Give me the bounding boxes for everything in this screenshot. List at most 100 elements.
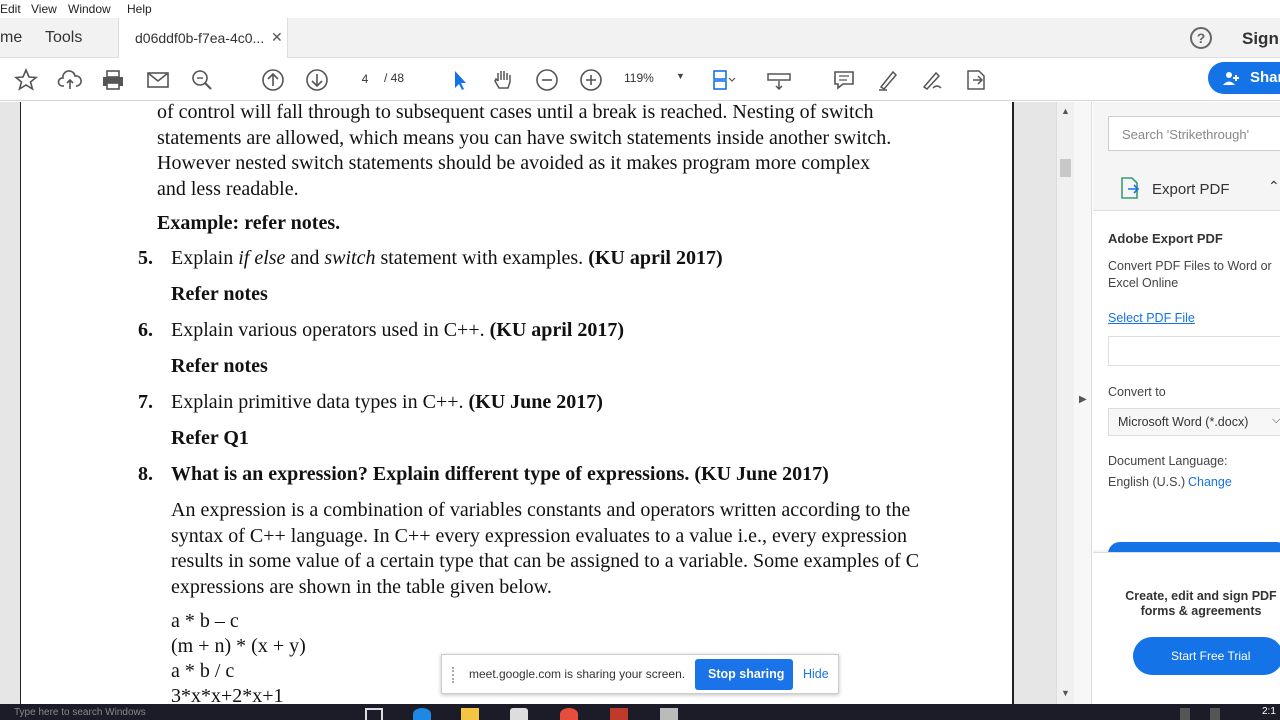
upload-cloud-icon[interactable] <box>57 67 83 93</box>
clock[interactable]: 2:1 <box>1262 706 1276 717</box>
start-free-trial-button[interactable]: Start Free Trial <box>1133 637 1280 675</box>
sign-pen-icon[interactable] <box>919 67 945 93</box>
selected-file-field[interactable] <box>1108 336 1280 366</box>
right-tools-panel: Search 'Strikethrough' Export PDF ⌃ Adob… <box>1093 102 1280 704</box>
menu-help[interactable]: Help <box>127 2 152 16</box>
question-number: 6. <box>138 319 153 341</box>
trial-promo: Create, edit and sign PDF forms & agreem… <box>1093 552 1280 704</box>
toolbar: 4 / 48 119% ▼ Shar <box>0 58 1280 101</box>
export-title: Adobe Export PDF <box>1108 231 1223 246</box>
page-total: / 48 <box>384 71 405 85</box>
expression-example: 3*x*x+2*x+1 <box>171 685 284 704</box>
trial-label: Start Free Trial <box>1171 649 1251 663</box>
taskbar-search[interactable]: Type here to search Windows <box>14 707 146 718</box>
comment-icon[interactable] <box>831 67 857 93</box>
page-number-input[interactable]: 4 <box>350 68 380 90</box>
question-number: 7. <box>138 391 153 413</box>
answer-5: Refer notes <box>171 283 268 305</box>
document-scrollbar[interactable]: ▲ ▼ <box>1056 102 1074 704</box>
document-language-label: Document Language: <box>1108 454 1228 468</box>
tab-tools[interactable]: Tools <box>45 29 82 47</box>
export-pdf-header[interactable]: Export PDF ⌃ <box>1093 164 1280 210</box>
convert-format-value: Microsoft Word (*.docx) <box>1118 415 1249 429</box>
highlight-pen-icon[interactable] <box>875 67 901 93</box>
question-8: What is an expression? Explain different… <box>171 463 829 485</box>
document-language-value: English (U.S.) <box>1108 475 1186 489</box>
previous-page-icon[interactable] <box>260 67 286 93</box>
sign-in-button[interactable]: Sign <box>1242 29 1279 49</box>
tray-icon[interactable] <box>1180 708 1190 720</box>
acrobat-icon[interactable] <box>610 708 628 720</box>
sharing-message: meet.google.com is sharing your screen. <box>469 667 686 681</box>
taskbar: Type here to search Windows 2:1 <box>0 704 1280 720</box>
zoom-search-icon[interactable] <box>189 67 215 93</box>
scroll-thumb[interactable] <box>1060 159 1071 177</box>
scroll-mode-icon[interactable] <box>766 67 792 93</box>
convert-to-label: Convert to <box>1108 385 1166 399</box>
question-7: Explain primitive data types in C++. (KU… <box>171 391 603 413</box>
close-tab-icon[interactable]: ✕ <box>271 29 283 46</box>
convert-format-select[interactable]: Microsoft Word (*.docx) ⌵ <box>1108 408 1280 436</box>
question-5: Explain if else and switch statement wit… <box>171 247 723 269</box>
tab-bar: me Tools d06ddf0b-f7ea-4c0... ✕ ? Sign <box>0 18 1280 58</box>
zoom-caret-icon[interactable]: ▼ <box>676 71 685 81</box>
zoom-in-icon[interactable] <box>578 67 604 93</box>
tray-icon[interactable] <box>1210 708 1220 720</box>
chevron-up-icon[interactable]: ⌃ <box>1268 178 1280 195</box>
expression-example: a * b / c <box>171 660 235 682</box>
help-icon[interactable]: ? <box>1190 27 1212 49</box>
tab-home[interactable]: me <box>0 29 22 47</box>
tab-document-label: d06ddf0b-f7ea-4c0... <box>135 30 265 46</box>
page-display-icon[interactable] <box>710 67 736 93</box>
question-number: 8. <box>138 463 153 485</box>
export-pdf-label: Export PDF <box>1152 181 1230 198</box>
menu-view[interactable]: View <box>31 2 57 16</box>
app-icon[interactable] <box>660 708 678 720</box>
next-page-icon[interactable] <box>304 67 330 93</box>
hand-tool-icon[interactable] <box>490 67 516 93</box>
print-icon[interactable] <box>100 67 126 93</box>
menu-bar: Edit View Window Help <box>0 0 1280 18</box>
export-pdf-icon <box>1121 177 1140 199</box>
tools-search-input[interactable]: Search 'Strikethrough' <box>1108 116 1280 151</box>
search-placeholder: Search 'Strikethrough' <box>1122 127 1250 142</box>
example-heading: Example: refer notes. <box>157 212 341 234</box>
file-explorer-icon[interactable] <box>461 708 479 720</box>
question-6: Explain various operators used in C++. (… <box>171 319 625 341</box>
zoom-out-icon[interactable] <box>534 67 560 93</box>
tab-document[interactable]: d06ddf0b-f7ea-4c0... ✕ <box>118 18 288 58</box>
export-pdf-section: Adobe Export PDF Convert PDF Files to Wo… <box>1093 210 1280 550</box>
change-language-link[interactable]: Change <box>1188 475 1232 489</box>
answer-6: Refer notes <box>171 355 268 377</box>
select-cursor-icon[interactable] <box>447 67 473 93</box>
hide-button[interactable]: Hide <box>803 667 829 681</box>
expand-panel-icon[interactable]: ▶ <box>1079 394 1087 405</box>
answer-7: Refer Q1 <box>171 427 249 449</box>
zoom-level-dropdown[interactable]: 119% <box>624 71 654 85</box>
task-view-icon[interactable] <box>365 708 383 720</box>
drag-handle[interactable] <box>452 667 458 683</box>
bookmark-star-icon[interactable] <box>13 67 39 93</box>
export-description: Convert PDF Files to Word or Excel Onlin… <box>1108 259 1272 290</box>
paragraph-switch-continued: of control will fall through to subseque… <box>157 102 892 200</box>
more-tools-icon[interactable] <box>963 67 989 93</box>
scroll-up-icon[interactable]: ▲ <box>1061 106 1070 116</box>
promo-text: Create, edit and sign PDF forms & agreem… <box>1125 589 1277 618</box>
expression-paragraph: An expression is a combination of variab… <box>171 499 920 598</box>
expression-example: (m + n) * (x + y) <box>171 635 306 657</box>
select-pdf-file-link[interactable]: Select PDF File <box>1108 311 1195 325</box>
scroll-down-icon[interactable]: ▼ <box>1061 688 1070 698</box>
share-label: Shar <box>1250 69 1280 86</box>
chevron-down-icon: ⌵ <box>1272 414 1280 426</box>
store-icon[interactable] <box>510 708 528 720</box>
stop-sharing-button[interactable]: Stop sharing <box>695 659 793 690</box>
document-viewport[interactable]: of control will fall through to subseque… <box>0 102 1056 704</box>
menu-edit[interactable]: Edit <box>0 2 21 16</box>
share-button[interactable]: Shar <box>1208 62 1280 94</box>
chrome-icon[interactable] <box>560 708 578 720</box>
pdf-page: of control will fall through to subseque… <box>20 102 1014 704</box>
edge-browser-icon[interactable] <box>413 708 431 720</box>
panel-collapse-handle[interactable]: ▶ <box>1074 102 1092 704</box>
menu-window[interactable]: Window <box>68 2 111 16</box>
email-icon[interactable] <box>145 67 171 93</box>
